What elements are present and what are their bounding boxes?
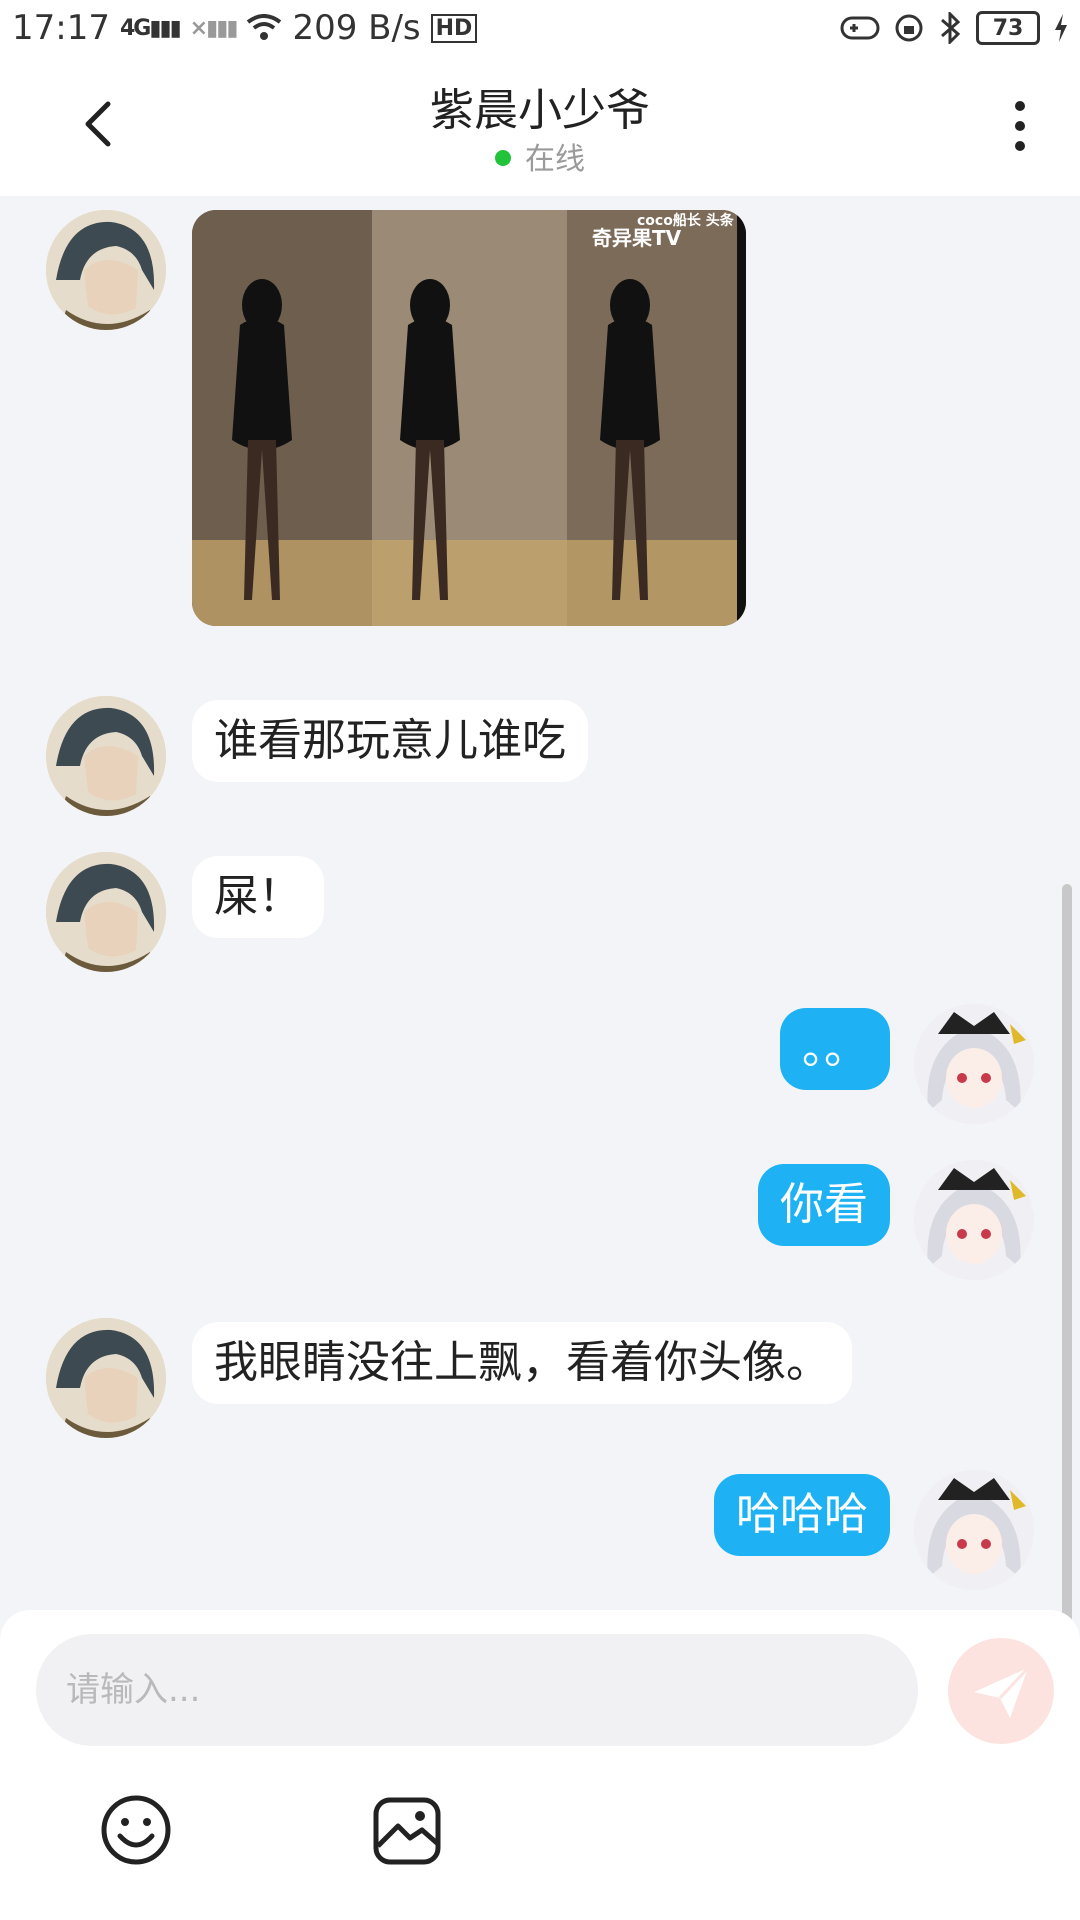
input-area <box>0 1610 1080 1920</box>
contact-name: 紫晨小少爷 <box>430 85 650 136</box>
more-options-button[interactable] <box>1000 96 1040 156</box>
my-avatar[interactable] <box>914 1160 1034 1280</box>
online-status: 在线 <box>0 134 1080 178</box>
my-avatar-image <box>914 1160 1034 1280</box>
emoji-button[interactable] <box>98 1792 174 1868</box>
image-message[interactable]: 奇异果TV coco船长 头条 <box>192 210 746 626</box>
send-icon <box>974 1666 1030 1718</box>
message-bubble-received[interactable]: 谁看那玩意儿谁吃 <box>192 700 588 782</box>
status-bar: 17:17 4G▮▮▮ ×▮▮▮ 209 B/s HD 73 <box>0 0 1080 56</box>
message-bubble-sent[interactable]: 。。 <box>780 1008 890 1090</box>
more-vertical-icon <box>1015 101 1025 151</box>
contact-avatar[interactable] <box>46 852 166 972</box>
image-caption: coco船长 头条 <box>637 213 734 229</box>
bluetooth-icon <box>941 12 961 44</box>
chat-header: 紫晨小少爷 在线 <box>0 56 1080 196</box>
my-avatar[interactable] <box>914 1470 1034 1590</box>
send-button[interactable] <box>948 1638 1054 1744</box>
message-bubble-received[interactable]: 屎！ <box>192 856 324 938</box>
contact-avatar-image <box>46 852 166 972</box>
image-icon <box>373 1797 441 1865</box>
online-dot-icon <box>495 149 511 166</box>
hd-icon: HD <box>430 13 478 43</box>
wifi-icon <box>247 14 282 40</box>
signal-4g-icon: 4G▮▮▮ <box>119 15 182 41</box>
signal-weak-icon: ×▮▮▮ <box>189 15 239 41</box>
contact-avatar[interactable] <box>46 210 166 330</box>
my-avatar-image <box>914 1004 1034 1124</box>
message-input[interactable] <box>36 1634 918 1746</box>
my-avatar-image <box>914 1470 1034 1590</box>
contact-avatar[interactable] <box>46 1318 166 1438</box>
image-message-picture <box>192 210 746 626</box>
message-bubble-received[interactable]: 我眼睛没往上飘，看着你头像。 <box>192 1322 852 1404</box>
network-speed: 209 B/s <box>292 8 421 48</box>
chat-messages[interactable]: 奇异果TV coco船长 头条 谁看那玩意儿谁吃 屎！ 。。 你看 我眼睛没往上… <box>0 196 1080 1798</box>
online-status-text: 在线 <box>525 142 585 177</box>
gamepad-icon <box>840 16 880 40</box>
contact-avatar-image <box>46 696 166 816</box>
contact-avatar-image <box>46 1318 166 1438</box>
message-bubble-sent[interactable]: 你看 <box>758 1164 890 1246</box>
contact-avatar-image <box>46 210 166 330</box>
contact-avatar[interactable] <box>46 696 166 816</box>
status-time: 17:17 <box>12 8 110 48</box>
image-button[interactable] <box>370 1794 444 1868</box>
rotation-lock-icon <box>895 14 923 42</box>
charging-icon <box>1055 14 1067 42</box>
my-avatar[interactable] <box>914 1004 1034 1124</box>
message-bubble-sent[interactable]: 哈哈哈 <box>714 1474 890 1556</box>
battery-level: 73 <box>976 11 1040 45</box>
emoji-icon <box>101 1795 171 1865</box>
